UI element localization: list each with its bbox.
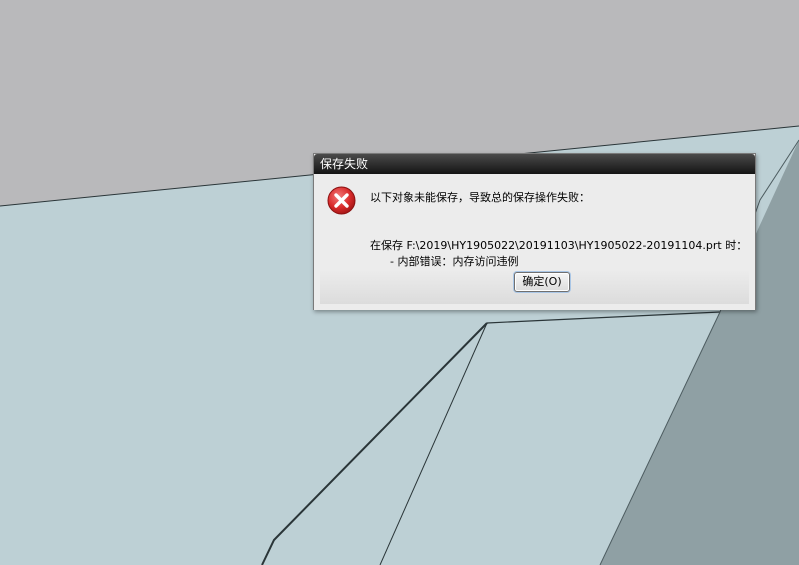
- save-failed-dialog[interactable]: 保存失败 以下对象未能保存，导致总的保存操作失败： 在保存 F:\2019\HY…: [313, 153, 756, 310]
- dialog-button-bar: 确定(O): [320, 270, 749, 304]
- dialog-content: 以下对象未能保存，导致总的保存操作失败： 在保存 F:\2019\HY19050…: [314, 174, 755, 310]
- error-icon: [327, 186, 356, 215]
- error-detail-reason: - 内部错误：内存访问违例: [390, 255, 519, 268]
- cad-viewport[interactable]: 保存失败 以下对象未能保存，导致总的保存操作失败： 在保存 F:\2019\HY…: [0, 0, 799, 565]
- error-message: 以下对象未能保存，导致总的保存操作失败：: [370, 191, 590, 204]
- ok-button[interactable]: 确定(O): [514, 272, 570, 292]
- error-detail-path: 在保存 F:\2019\HY1905022\20191103\HY1905022…: [370, 239, 748, 252]
- dialog-title[interactable]: 保存失败: [314, 154, 755, 174]
